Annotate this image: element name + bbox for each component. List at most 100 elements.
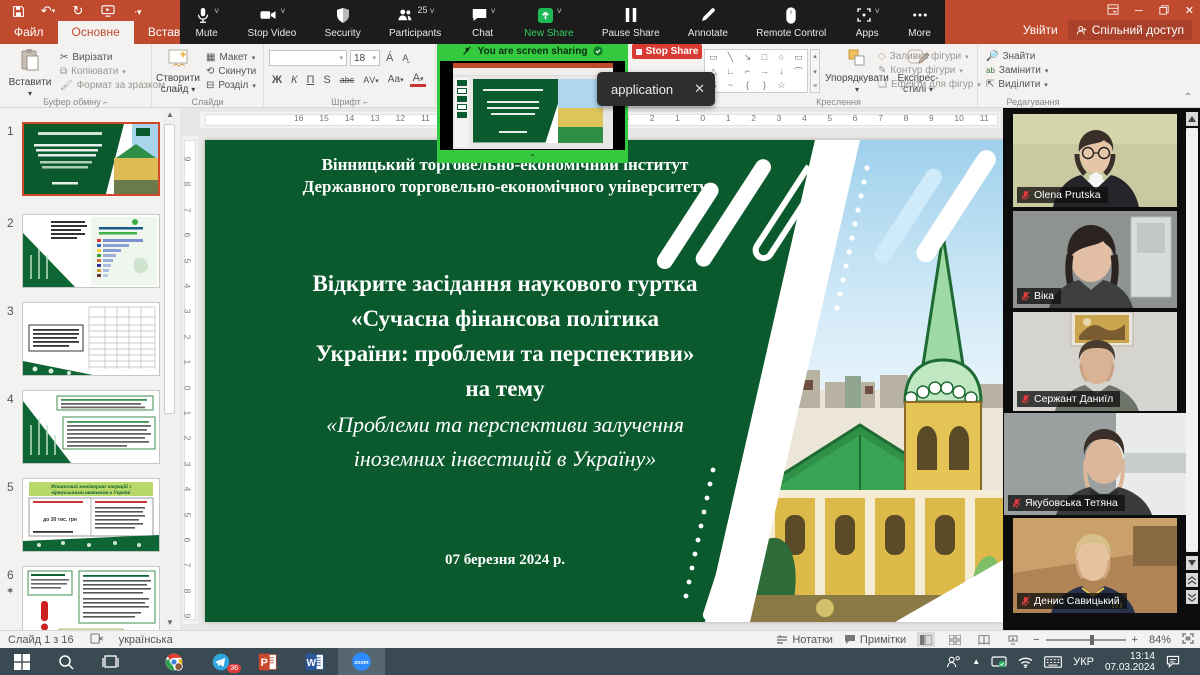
shadow-button[interactable]: S	[320, 74, 333, 86]
maximize-icon[interactable]	[1159, 5, 1169, 18]
underline-button[interactable]: П	[303, 74, 317, 86]
network-tray-icon[interactable]	[1018, 656, 1033, 668]
find-button[interactable]: 🔎Знайти	[986, 51, 1048, 62]
thumbnail-slide-6[interactable]	[22, 566, 160, 630]
participants-scroll-track[interactable]	[1186, 128, 1198, 552]
thumbnail-slide-5[interactable]: Фінансовий моніторинг операцій з віртуал…	[22, 478, 160, 552]
chevron-down-icon[interactable]: ˅	[214, 7, 219, 16]
customize-qat-icon[interactable]: ⸱▾	[130, 3, 146, 19]
participant-video-5[interactable]: Денис Савицький	[1013, 518, 1177, 613]
layout-button[interactable]: ▦Макет▾	[206, 52, 256, 63]
slide-date[interactable]: 07 березня 2024 р.	[245, 552, 765, 569]
fit-slide-icon[interactable]	[1182, 633, 1194, 647]
shapes-scrollbar[interactable]: ▴▾≡	[810, 49, 820, 93]
clock[interactable]: 13:1407.03.2024	[1105, 651, 1155, 673]
notification-close-icon[interactable]: ✕	[694, 81, 705, 97]
thumbnail-slide-3[interactable]	[22, 302, 160, 376]
participants-page-up-icon[interactable]	[1186, 573, 1198, 587]
strikethrough-button[interactable]: abc	[337, 75, 358, 85]
chevron-down-icon[interactable]: ˅	[875, 7, 880, 16]
italic-button[interactable]: К	[288, 74, 300, 86]
slide-subtitle[interactable]: «Проблеми та перспективи залучення інозе…	[245, 408, 765, 476]
zoom-toolbar-stop-video[interactable]: ˅Stop Video	[244, 0, 301, 44]
shape-effects-button[interactable]: ❏Ефекти для фігур▾	[878, 79, 981, 90]
zoom-percent[interactable]: 84%	[1149, 634, 1171, 646]
onedrive-tray-icon[interactable]	[991, 656, 1007, 668]
participants-scroll-down-icon[interactable]	[1186, 556, 1198, 570]
shape-fill-button[interactable]: ◇Заливка фігури▾	[878, 51, 981, 62]
cut-button[interactable]: ✂Вирізати	[60, 52, 165, 63]
notes-button[interactable]: Нотатки	[776, 634, 833, 646]
share-preview-collapse[interactable]: ⌃	[437, 153, 628, 163]
redo-icon[interactable]: ↻	[70, 3, 86, 19]
telegram-taskbar-icon[interactable]: 36	[197, 648, 244, 675]
paste-button[interactable]: Вставити▾	[2, 48, 58, 99]
keyboard-tray-icon[interactable]	[1044, 656, 1062, 668]
zoom-toolbar-security[interactable]: Security	[321, 0, 365, 44]
sign-in-button[interactable]: Увійти	[1023, 23, 1058, 37]
participant-video-2[interactable]: Віка	[1013, 211, 1177, 308]
font-name-combo[interactable]: ▾	[269, 50, 347, 66]
start-slideshow-icon[interactable]	[100, 3, 116, 19]
new-slide-button[interactable]: Створити слайд ▾	[152, 48, 204, 95]
hidden-icons-chevron[interactable]: ▲	[972, 657, 980, 666]
slide-sorter-view-button[interactable]	[946, 632, 964, 647]
language-indicator[interactable]: українська	[119, 634, 173, 646]
thumbnail-slide-4[interactable]	[22, 390, 160, 464]
format-painter-button[interactable]: 🖌Формат за зразком	[60, 80, 165, 91]
save-icon[interactable]	[10, 3, 26, 19]
participants-page-down-icon[interactable]	[1186, 590, 1198, 604]
copy-button[interactable]: ⧉Копіювати▾	[60, 66, 165, 77]
select-button[interactable]: ⇱Виділити▾	[986, 79, 1048, 90]
zoom-toolbar-new-share[interactable]: ˅New Share	[520, 0, 577, 44]
shrink-font-button[interactable]: А̬	[399, 53, 411, 63]
slide-title[interactable]: Відкрите засідання наукового гуртка «Суч…	[245, 266, 765, 406]
undo-icon[interactable]: ↶▾	[40, 3, 56, 19]
word-taskbar-icon[interactable]: W	[291, 648, 338, 675]
zoom-slider-thumb[interactable]	[1090, 635, 1094, 645]
participant-video-3[interactable]: Сержант Даниїл	[1013, 312, 1177, 411]
slide-editor[interactable]: Вінницький торговельно-економічний інсти…	[205, 140, 1003, 622]
notification-popup[interactable]: application ✕	[597, 72, 715, 106]
stop-share-button[interactable]: Stop Share	[632, 44, 702, 59]
zoom-in-icon[interactable]: +	[1132, 634, 1138, 646]
participant-video-1[interactable]: Olena Prutska	[1013, 114, 1177, 207]
search-button[interactable]	[44, 648, 88, 675]
font-size-combo[interactable]: 18▾	[350, 50, 380, 66]
zoom-toolbar-participants[interactable]: 25˅Participants	[385, 0, 445, 44]
thumbnails-scrollbar[interactable]: ▲ ▼	[163, 108, 177, 630]
zoom-toolbar-more[interactable]: More	[904, 0, 935, 44]
shapes-gallery[interactable]: ▭╲↘□○▭ △∟⌐→↓⌒ S~{}☆	[704, 49, 808, 93]
zoom-toolbar-mute[interactable]: ˅Mute	[190, 0, 223, 44]
scroll-down-icon[interactable]: ▼	[163, 616, 177, 630]
action-center-icon[interactable]	[1166, 655, 1180, 668]
thumbnail-slide-2[interactable]	[22, 214, 160, 288]
close-icon[interactable]: ✕	[1185, 5, 1194, 17]
tab-home[interactable]: Основне	[58, 21, 134, 44]
zoom-slider-track[interactable]	[1046, 639, 1126, 641]
zoom-toolbar-apps[interactable]: ˅Apps	[851, 0, 884, 44]
change-case-button[interactable]: Аа▾	[385, 74, 407, 85]
char-spacing-button[interactable]: АV▾	[360, 75, 382, 85]
ribbon-display-icon[interactable]	[1107, 4, 1119, 18]
language-tray-indicator[interactable]: УКР	[1073, 656, 1094, 668]
task-view-button[interactable]	[88, 648, 132, 675]
reset-button[interactable]: ⟲Скинути	[206, 66, 256, 77]
minimize-icon[interactable]: ─	[1135, 5, 1143, 17]
shape-outline-button[interactable]: ✎Контур фігури▾	[878, 65, 981, 76]
section-button[interactable]: ⊟Розділ▾	[206, 80, 256, 91]
normal-view-button[interactable]	[917, 632, 935, 647]
scrollbar-thumb[interactable]	[164, 124, 175, 414]
bold-button[interactable]: Ж	[269, 74, 285, 86]
chevron-down-icon[interactable]: ˅	[557, 7, 562, 16]
powerpoint-taskbar-icon[interactable]: P	[244, 648, 291, 675]
thumbnail-slide-1[interactable]	[22, 122, 160, 196]
zoom-taskbar-icon[interactable]: zoom	[338, 648, 385, 675]
zoom-toolbar-remote-control[interactable]: Remote Control	[752, 0, 830, 44]
slideshow-view-button[interactable]	[1004, 632, 1022, 647]
comments-button[interactable]: Примітки	[844, 634, 906, 646]
scroll-up-icon[interactable]: ▲	[163, 108, 177, 122]
zoom-out-icon[interactable]: −	[1033, 634, 1039, 646]
accessibility-icon[interactable]	[90, 633, 103, 647]
chevron-down-icon[interactable]: ˅	[280, 7, 285, 16]
